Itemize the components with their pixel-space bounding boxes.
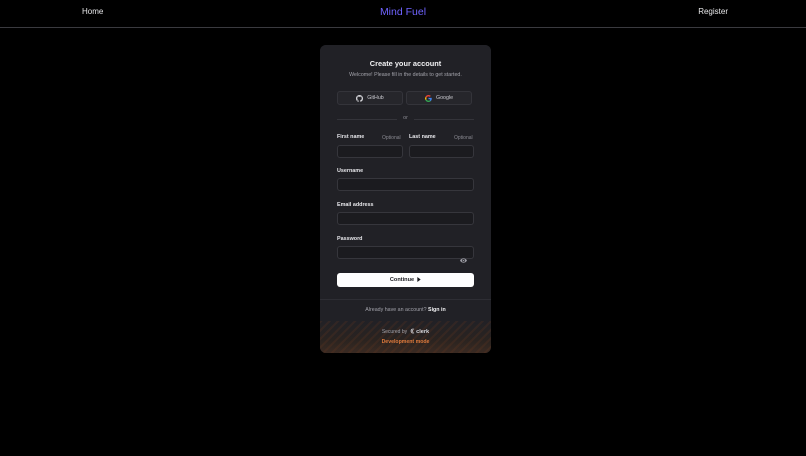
- signin-prompt-text: Already have an account?: [365, 307, 427, 313]
- secured-by-clerk: Secured by clerk: [320, 328, 491, 336]
- top-navbar: Home Mind Fuel Register: [0, 0, 806, 28]
- signup-card: Create your account Welcome! Please fill…: [320, 45, 491, 353]
- github-label: GitHub: [367, 95, 384, 101]
- brand-title-wrapper: Mind Fuel: [0, 6, 806, 18]
- development-mode-label: Development mode: [381, 339, 430, 345]
- signin-prompt: Already have an account? Sign in: [320, 307, 491, 313]
- divider-or-text: or: [403, 115, 408, 121]
- first-name-label: First name: [337, 134, 365, 140]
- first-name-field[interactable]: [337, 145, 403, 158]
- github-signup-button[interactable]: GitHub: [337, 91, 403, 105]
- last-name-field[interactable]: [409, 145, 474, 158]
- google-icon: [424, 94, 432, 102]
- google-signup-button[interactable]: Google: [406, 91, 472, 105]
- password-label: Password: [337, 236, 363, 242]
- signin-link[interactable]: Sign in: [428, 307, 446, 313]
- continue-label: Continue: [389, 277, 415, 283]
- secured-by-text: Secured by: [381, 329, 408, 335]
- continue-button[interactable]: Continue: [337, 273, 474, 287]
- or-divider: or: [337, 115, 474, 123]
- development-mode-banner: [320, 321, 491, 353]
- email-field[interactable]: [337, 212, 474, 225]
- clerk-label: clerk: [416, 329, 430, 335]
- nav-home-link[interactable]: Home: [82, 7, 103, 16]
- last-name-label: Last name: [409, 134, 436, 140]
- email-label: Email address: [337, 202, 374, 208]
- first-name-optional: Optional: [382, 135, 401, 141]
- brand-title[interactable]: Mind Fuel: [380, 6, 426, 18]
- username-field[interactable]: [337, 178, 474, 191]
- nav-register-link[interactable]: Register: [698, 7, 728, 16]
- github-icon: [356, 94, 364, 102]
- eye-icon[interactable]: [460, 250, 468, 263]
- divider-line-right: [414, 119, 474, 120]
- username-label: Username: [337, 168, 364, 174]
- last-name-optional: Optional: [454, 135, 473, 141]
- clerk-logo[interactable]: clerk: [410, 328, 429, 336]
- clerk-icon: [410, 328, 415, 336]
- card-title: Create your account: [369, 59, 442, 68]
- password-field[interactable]: [337, 246, 474, 259]
- card-subtitle: Welcome! Please fill in the details to g…: [349, 72, 462, 78]
- google-label: Google: [435, 95, 454, 101]
- caret-right-icon: [417, 276, 421, 284]
